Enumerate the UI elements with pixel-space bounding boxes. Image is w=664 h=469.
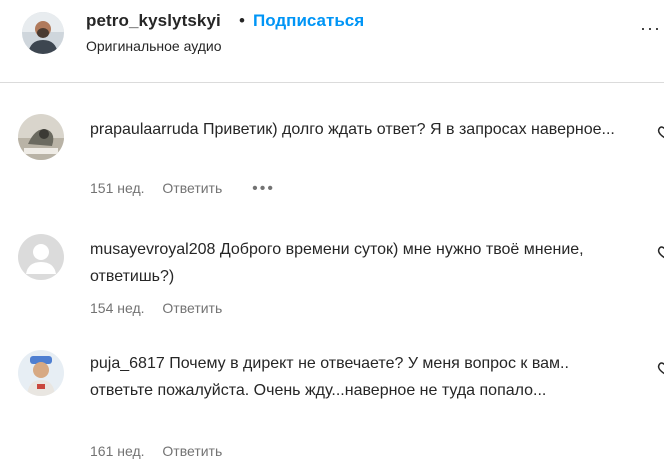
author-username[interactable]: petro_kyslytskyi bbox=[86, 11, 221, 31]
separator-dot: • bbox=[239, 11, 245, 30]
comment-text: puja_6817 Почему в директ не отвечаете? … bbox=[90, 350, 635, 404]
comment-username[interactable]: prapaulaarruda bbox=[90, 121, 199, 138]
comment-meta: 154 нед. Ответить bbox=[90, 300, 222, 316]
follow-button[interactable]: Подписаться bbox=[253, 11, 364, 31]
comment-username[interactable]: puja_6817 bbox=[90, 355, 165, 372]
heart-icon[interactable] bbox=[656, 362, 664, 376]
post-header: petro_kyslytskyi • Подписаться Оригиналь… bbox=[0, 0, 664, 83]
commenter-avatar[interactable] bbox=[18, 350, 64, 396]
reply-button[interactable]: Ответить bbox=[162, 300, 222, 316]
more-options-icon[interactable]: ••• bbox=[252, 180, 275, 198]
comment-body: Приветик) долго ждать ответ? Я в запроса… bbox=[202, 121, 615, 138]
comment-time[interactable]: 161 нед. bbox=[90, 443, 145, 459]
author-avatar[interactable] bbox=[22, 12, 64, 54]
commenter-avatar[interactable] bbox=[18, 114, 64, 160]
comment-time[interactable]: 151 нед. bbox=[90, 180, 145, 196]
reply-button[interactable]: Ответить bbox=[162, 443, 222, 459]
comment-meta: 161 нед. Ответить bbox=[90, 443, 222, 459]
heart-icon[interactable] bbox=[656, 246, 664, 260]
audio-subtitle[interactable]: Оригинальное аудио bbox=[86, 38, 222, 54]
comment-username[interactable]: musayevroyal208 bbox=[90, 241, 215, 258]
comment-time[interactable]: 154 нед. bbox=[90, 300, 145, 316]
commenter-avatar[interactable] bbox=[18, 234, 64, 280]
comment-meta: 151 нед. Ответить ••• bbox=[90, 180, 275, 198]
reply-button[interactable]: Ответить bbox=[162, 180, 222, 196]
more-horizontal-icon[interactable]: ··· bbox=[640, 18, 661, 39]
heart-icon[interactable] bbox=[656, 126, 664, 140]
comment-text: prapaulaarruda Приветик) долго ждать отв… bbox=[90, 116, 635, 143]
comment-text: musayevroyal208 Доброго времени суток) м… bbox=[90, 236, 635, 290]
default-avatar-icon bbox=[18, 234, 64, 280]
